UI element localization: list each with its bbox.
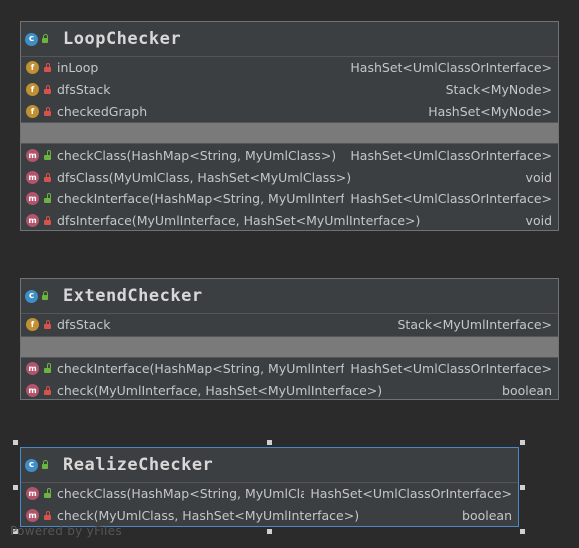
- method-icon: m: [26, 214, 39, 228]
- field-name: inLoop: [57, 60, 99, 76]
- method-icon: m: [26, 192, 39, 206]
- method-name: dfsClass(MyUmlClass, HashSet<MyUmlClass>…: [57, 169, 352, 185]
- private-lock-icon: [44, 216, 51, 226]
- public-lock-icon: [44, 149, 51, 160]
- field-icon: f: [26, 83, 39, 97]
- field-row[interactable]: f checkedGraph HashSet<MyNode>: [21, 101, 558, 123]
- constructor-section: [21, 122, 558, 145]
- method-icon: m: [26, 170, 39, 184]
- field-type: Stack<MyUmlInterface>: [397, 317, 553, 333]
- method-row[interactable]: m dfsInterface(MyUmlInterface, HashSet<M…: [21, 210, 558, 232]
- method-row[interactable]: m dfsClass(MyUmlClass, HashSet<MyUmlClas…: [21, 166, 558, 188]
- method-type: boolean: [462, 508, 512, 524]
- constructor-section: [21, 335, 558, 358]
- field-icon: f: [26, 104, 39, 118]
- field-name: checkedGraph: [57, 103, 148, 119]
- resize-handle-br[interactable]: [520, 529, 525, 534]
- field-row[interactable]: f inLoop HashSet<UmlClassOrInterface>: [21, 57, 558, 79]
- method-type: HashSet<UmlClassOrInterface>: [310, 486, 512, 502]
- method-name: checkInterface(HashMap<String, MyUmlInte…: [57, 361, 345, 377]
- resize-handle-tl[interactable]: [13, 440, 18, 445]
- resize-handle-mr[interactable]: [520, 485, 525, 490]
- private-lock-icon: [44, 320, 51, 330]
- class-icon: c: [25, 32, 38, 46]
- watermark: Powered by yFiles: [10, 524, 122, 538]
- class-header: c LoopChecker: [21, 22, 558, 57]
- private-lock-icon: [44, 511, 51, 521]
- method-type: HashSet<UmlClassOrInterface>: [350, 147, 552, 163]
- public-lock-icon: [41, 460, 49, 469]
- resize-handle-ml[interactable]: [13, 485, 18, 490]
- method-type: void: [525, 213, 552, 229]
- class-header: c ExtendChecker: [21, 279, 558, 314]
- field-row[interactable]: f dfsStack Stack<MyNode>: [21, 79, 558, 101]
- field-icon: f: [26, 318, 39, 332]
- private-lock-icon: [44, 63, 51, 73]
- private-lock-icon: [44, 172, 51, 182]
- field-name: dfsStack: [57, 82, 111, 98]
- resize-handle-tm[interactable]: [267, 440, 272, 445]
- public-lock-icon: [44, 193, 51, 204]
- class-realizechecker[interactable]: c RealizeChecker m checkClass(HashMap<St…: [20, 447, 519, 527]
- public-lock-icon: [44, 363, 51, 374]
- method-icon: m: [26, 509, 39, 523]
- method-type: boolean: [502, 382, 552, 398]
- class-name: LoopChecker: [63, 29, 182, 49]
- method-row[interactable]: m checkInterface(HashMap<String, MyUmlIn…: [21, 188, 558, 210]
- method-name: checkClass(HashMap<String, MyUmlClass>): [57, 147, 337, 163]
- public-lock-icon: [41, 34, 49, 43]
- class-icon: c: [25, 289, 38, 303]
- field-name: dfsStack: [57, 317, 111, 333]
- method-type: HashSet<UmlClassOrInterface>: [350, 361, 552, 377]
- field-type: HashSet<UmlClassOrInterface>: [350, 60, 552, 76]
- field-row[interactable]: f dfsStack Stack<MyUmlInterface>: [21, 314, 558, 336]
- class-extendchecker[interactable]: c ExtendChecker f dfsStack Stack<MyUmlIn…: [20, 278, 559, 400]
- method-row[interactable]: m checkClass(HashMap<String, MyUmlClass>…: [21, 144, 558, 166]
- resize-handle-bm[interactable]: [267, 529, 272, 534]
- class-name: ExtendChecker: [63, 286, 203, 306]
- class-loopchecker[interactable]: c LoopChecker f inLoop HashSet<UmlClassO…: [20, 21, 559, 231]
- method-name: checkClass(HashMap<String, MyUmlClass>): [57, 486, 305, 502]
- public-lock-icon: [41, 291, 49, 300]
- method-type: void: [525, 169, 552, 185]
- private-lock-icon: [44, 106, 51, 116]
- field-type: Stack<MyNode>: [445, 82, 552, 98]
- method-icon: m: [26, 362, 39, 376]
- field-icon: f: [26, 61, 39, 75]
- field-type: HashSet<MyNode>: [428, 103, 552, 119]
- method-type: HashSet<UmlClassOrInterface>: [350, 191, 552, 207]
- private-lock-icon: [44, 385, 51, 395]
- resize-handle-tr[interactable]: [520, 440, 525, 445]
- method-icon: m: [26, 487, 39, 501]
- method-icon: m: [26, 148, 39, 162]
- method-name: check(MyUmlInterface, HashSet<MyUmlInter…: [57, 382, 383, 398]
- method-name: check(MyUmlClass, HashSet<MyUmlInterface…: [57, 508, 360, 524]
- class-header: c RealizeChecker: [21, 448, 518, 483]
- private-lock-icon: [44, 85, 51, 95]
- class-name: RealizeChecker: [63, 455, 214, 475]
- class-icon: c: [25, 458, 38, 472]
- method-name: dfsInterface(MyUmlInterface, HashSet<MyU…: [57, 213, 421, 229]
- method-name: checkInterface(HashMap<String, MyUmlInte…: [57, 191, 345, 207]
- method-icon: m: [26, 383, 39, 397]
- method-row[interactable]: m checkInterface(HashMap<String, MyUmlIn…: [21, 358, 558, 380]
- public-lock-icon: [44, 488, 51, 499]
- method-row[interactable]: m check(MyUmlInterface, HashSet<MyUmlInt…: [21, 380, 558, 402]
- method-row[interactable]: m checkClass(HashMap<String, MyUmlClass>…: [21, 483, 518, 505]
